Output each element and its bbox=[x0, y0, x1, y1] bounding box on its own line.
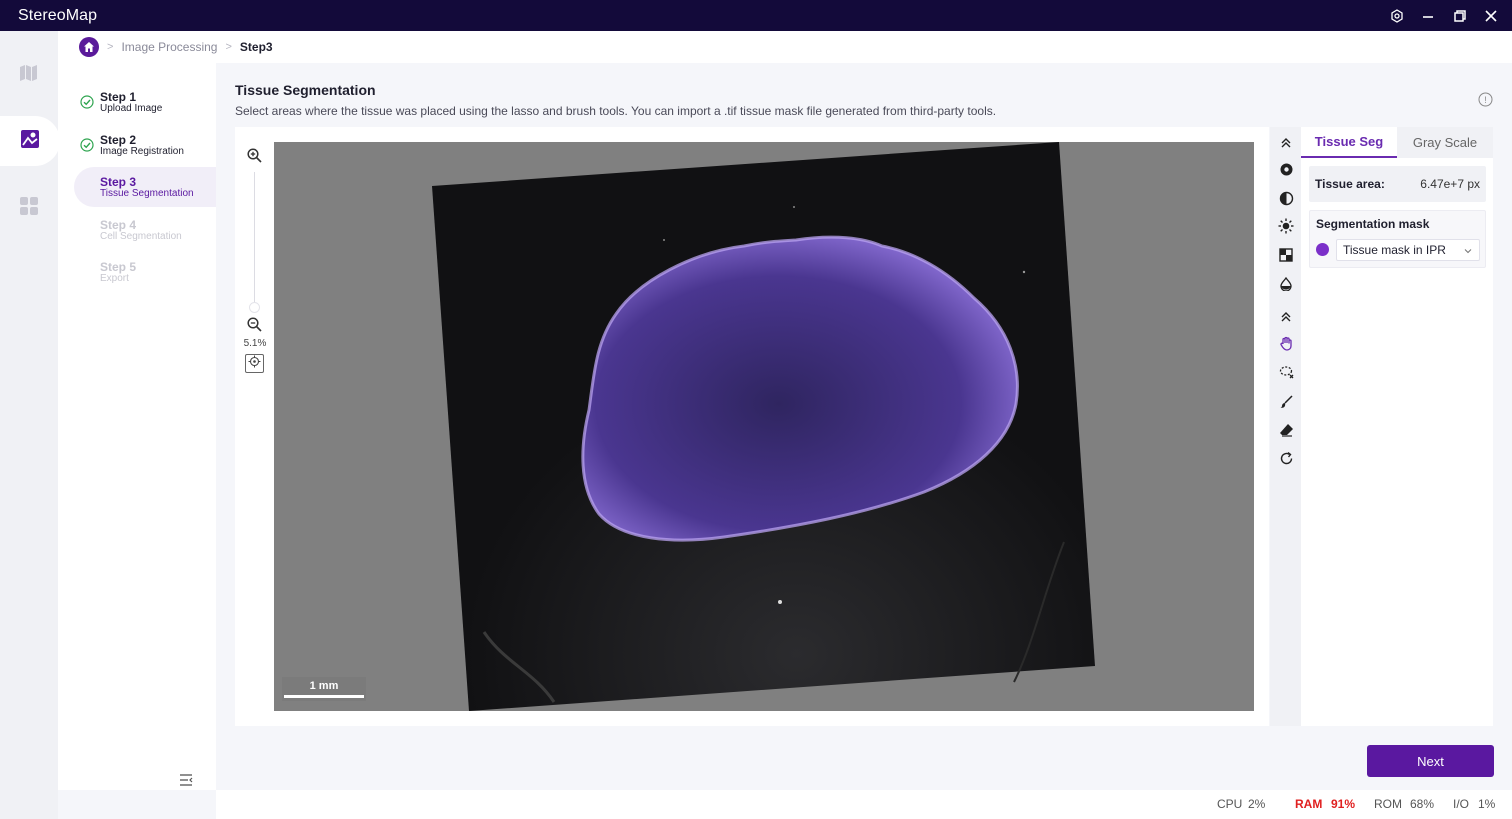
tab-tissue-seg[interactable]: Tissue Seg bbox=[1301, 127, 1397, 158]
io-value: 1% bbox=[1478, 797, 1496, 811]
settings-icon[interactable] bbox=[1387, 6, 1407, 26]
map-icon bbox=[19, 64, 39, 86]
collapse-sidebar-icon[interactable] bbox=[178, 772, 194, 788]
step-item-3[interactable]: Step 3 Tissue Segmentation bbox=[74, 167, 216, 207]
minimize-icon[interactable] bbox=[1418, 6, 1438, 26]
checker-icon[interactable] bbox=[1278, 247, 1294, 263]
breadcrumb-separator: > bbox=[225, 41, 232, 53]
collapse-up-icon[interactable] bbox=[1278, 308, 1294, 324]
mask-color-swatch[interactable] bbox=[1316, 243, 1329, 256]
tissue-area-label: Tissue area: bbox=[1315, 177, 1385, 191]
chevron-down-icon bbox=[1463, 245, 1473, 259]
close-icon[interactable] bbox=[1481, 6, 1501, 26]
rail-map-button[interactable] bbox=[0, 50, 58, 100]
home-icon[interactable] bbox=[79, 37, 99, 57]
contrast-icon[interactable] bbox=[1278, 190, 1294, 206]
check-circle-icon bbox=[80, 95, 94, 109]
zoom-in-icon[interactable] bbox=[247, 148, 262, 168]
help-icon[interactable]: ! bbox=[1478, 92, 1493, 107]
step-subtitle: Export bbox=[100, 273, 129, 284]
rom-label: ROM bbox=[1374, 797, 1402, 811]
mask-select-value: Tissue mask in IPR bbox=[1343, 243, 1446, 257]
step-subtitle: Tissue Segmentation bbox=[100, 188, 194, 199]
tissue-area-box: Tissue area: 6.47e+7 px bbox=[1309, 166, 1486, 202]
palette-icon[interactable] bbox=[1278, 161, 1294, 177]
target-icon bbox=[248, 355, 261, 373]
breadcrumb-separator: > bbox=[107, 41, 114, 53]
rail-image-processing-button[interactable] bbox=[0, 116, 60, 166]
cpu-value: 2% bbox=[1248, 797, 1266, 811]
app-title: StereoMap bbox=[18, 6, 98, 24]
ram-value: 91% bbox=[1331, 797, 1356, 811]
status-bar: CPU 2% RAM 91% ROM 68% I/O 1% bbox=[216, 790, 1512, 819]
next-button[interactable]: Next bbox=[1367, 745, 1494, 777]
mask-select[interactable]: Tissue mask in IPR bbox=[1336, 239, 1480, 261]
zoom-slider[interactable] bbox=[254, 172, 255, 310]
breadcrumb: > Image Processing > Step3 bbox=[58, 31, 1512, 63]
pan-hand-icon[interactable] bbox=[1278, 335, 1294, 351]
step-title: Step 4 bbox=[100, 218, 137, 232]
scale-bar-label: 1 mm bbox=[309, 680, 339, 692]
zoom-level: 5.1% bbox=[243, 338, 267, 349]
cpu-label: CPU bbox=[1217, 797, 1243, 811]
step-title: Step 2 bbox=[100, 133, 137, 147]
breadcrumb-image-processing[interactable]: Image Processing bbox=[121, 40, 217, 54]
title-bar: StereoMap bbox=[0, 0, 1512, 31]
step-subtitle: Image Registration bbox=[100, 146, 184, 157]
step-subtitle: Upload Image bbox=[100, 103, 163, 114]
zoom-slider-handle[interactable] bbox=[249, 302, 260, 313]
brightness-icon[interactable] bbox=[1278, 218, 1294, 234]
io-label: I/O bbox=[1453, 797, 1470, 811]
segmentation-mask-title: Segmentation mask bbox=[1316, 217, 1430, 231]
check-circle-icon bbox=[80, 138, 94, 152]
lasso-icon[interactable] bbox=[1278, 364, 1294, 380]
tissue-image bbox=[282, 142, 1095, 711]
step-title: Step 3 bbox=[100, 175, 137, 189]
restore-icon[interactable] bbox=[1450, 6, 1470, 26]
breadcrumb-current-step: Step3 bbox=[239, 40, 273, 54]
step-title: Step 5 bbox=[100, 260, 137, 274]
step-item-4: Step 4 Cell Segmentation bbox=[74, 210, 216, 250]
rom-value: 68% bbox=[1410, 797, 1435, 811]
image-processing-icon bbox=[20, 129, 40, 154]
fit-view-button[interactable] bbox=[245, 354, 264, 373]
zoom-out-icon[interactable] bbox=[247, 317, 262, 337]
left-rail bbox=[0, 31, 60, 819]
opacity-drop-icon[interactable] bbox=[1278, 276, 1294, 292]
ram-label: RAM bbox=[1295, 797, 1323, 811]
apps-grid-icon bbox=[19, 196, 39, 221]
brush-icon[interactable] bbox=[1278, 393, 1294, 409]
segmentation-mask-box: Segmentation mask Tissue mask in IPR bbox=[1309, 210, 1486, 268]
step-item-2[interactable]: Step 2 Image Registration bbox=[74, 125, 216, 165]
reset-icon[interactable] bbox=[1278, 450, 1294, 466]
eraser-icon[interactable] bbox=[1278, 421, 1294, 437]
step-item-1[interactable]: Step 1 Upload Image bbox=[74, 82, 216, 122]
svg-text:!: ! bbox=[1484, 95, 1487, 105]
collapse-up-icon[interactable] bbox=[1278, 134, 1294, 150]
page-title: Tissue Segmentation bbox=[235, 82, 376, 98]
tab-gray-scale[interactable]: Gray Scale bbox=[1397, 127, 1493, 158]
rail-apps-button[interactable] bbox=[0, 183, 58, 233]
step-title: Step 1 bbox=[100, 90, 137, 104]
tissue-area-value: 6.47e+7 px bbox=[1420, 177, 1480, 191]
step-subtitle: Cell Segmentation bbox=[100, 231, 182, 242]
step-item-5: Step 5 Export bbox=[74, 252, 216, 292]
image-viewer[interactable]: 1 mm bbox=[274, 142, 1254, 711]
page-description: Select areas where the tissue was placed… bbox=[235, 104, 997, 118]
